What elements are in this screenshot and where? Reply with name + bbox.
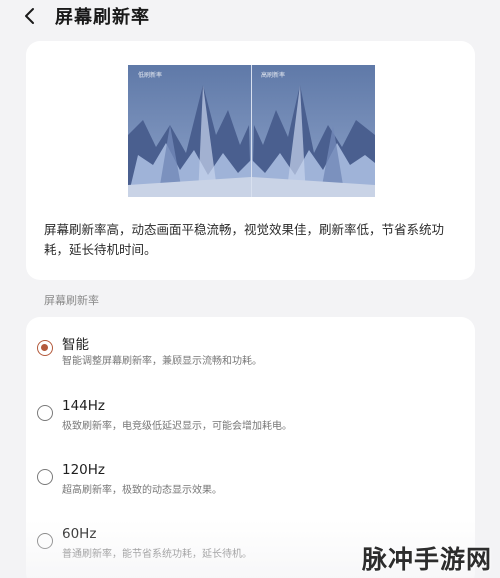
radio-120hz[interactable] (37, 469, 53, 485)
option-60hz-desc: 普通刷新率，能节省系统功耗，延长待机。 (62, 549, 252, 560)
option-120hz[interactable]: 120Hz 超高刷新率，极致的动态显示效果。 (26, 462, 475, 518)
section-label: 屏幕刷新率 (44, 294, 99, 307)
radio-60hz[interactable] (37, 533, 53, 549)
option-120hz-desc: 超高刷新率，极致的动态显示效果。 (62, 485, 222, 496)
option-smart[interactable]: 智能 智能调整屏幕刷新率，兼顾显示流畅和功耗。 (26, 333, 475, 389)
page-title: 屏幕刷新率 (55, 7, 150, 28)
preview-description: 屏幕刷新率高，动态画面平稳流畅，视觉效果佳，刷新率低，节省系统功耗，延长待机时间… (44, 222, 445, 257)
refresh-rate-options: 智能 智能调整屏幕刷新率，兼顾显示流畅和功耗。 144Hz 极致刷新率，电竞级低… (26, 317, 475, 578)
option-144hz-desc: 极致刷新率，电竞级低延迟显示，可能会增加耗电。 (62, 421, 292, 432)
back-button[interactable] (18, 4, 42, 28)
radio-144hz[interactable] (37, 405, 53, 421)
option-144hz-label: 144Hz (62, 398, 106, 414)
high-refresh-tag: 高刷新率 (261, 72, 286, 79)
radio-smart-selected[interactable] (37, 340, 53, 356)
option-60hz-label: 60Hz (62, 526, 97, 542)
watermark-logo: 脉冲手游网 (361, 545, 492, 574)
preview-card: 低刷新率 高刷新率 屏幕刷新率高，动态画面平稳流畅，视觉效果佳，刷新率低，节省系… (26, 41, 475, 280)
chevron-left-icon (25, 8, 34, 24)
option-smart-label: 智能 (62, 337, 89, 353)
low-refresh-tag: 低刷新率 (138, 72, 163, 79)
option-smart-desc: 智能调整屏幕刷新率，兼顾显示流畅和功耗。 (62, 356, 262, 367)
refresh-rate-preview-image: 低刷新率 高刷新率 (128, 65, 375, 197)
option-120hz-label: 120Hz (62, 462, 106, 478)
top-bar: 屏幕刷新率 (0, 0, 500, 32)
option-144hz[interactable]: 144Hz 极致刷新率，电竞级低延迟显示，可能会增加耗电。 (26, 398, 475, 454)
